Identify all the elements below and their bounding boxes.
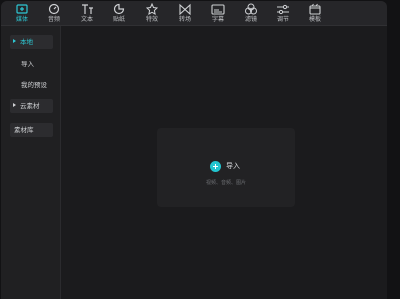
sidebar-item-asset-library-label: 素材库 [14,126,34,134]
expand-triangle-icon [13,103,16,107]
media-panel-window: 媒体 音频 文本 贴纸 特效 转场 字幕 滤镜 调节 模板 本地 导入 我的预设… [1,1,387,299]
tab-audio-label: 音频 [47,16,60,23]
tab-transition[interactable]: 转场 [170,1,200,26]
tab-sticker[interactable]: 贴纸 [104,1,134,26]
tab-filter-label: 滤镜 [244,16,257,23]
subtitle-icon [210,3,226,16]
import-drop-zone[interactable]: 导入 视频、音频、图片 [157,128,295,207]
sidebar-item-import[interactable]: 导入 [18,57,34,71]
tab-template[interactable]: 模板 [300,1,330,26]
tab-adjust[interactable]: 调节 [268,1,298,26]
tab-template-label: 模板 [308,16,321,23]
sidebar-item-my-presets-label: 我的预设 [21,81,47,89]
tab-filter[interactable]: 滤镜 [236,1,266,26]
adjust-icon [275,3,291,16]
sidebar-item-asset-library[interactable]: 素材库 [10,123,53,137]
tab-effects[interactable]: 特效 [137,1,167,26]
sidebar-item-local-label: 本地 [20,38,33,46]
tab-subtitle-label: 字幕 [211,16,224,23]
sidebar-item-cloud-assets[interactable]: 云素材 [10,99,53,113]
collapse-triangle-icon [13,39,16,43]
tab-audio[interactable]: 音频 [39,1,69,26]
tab-media[interactable]: 媒体 [7,1,37,26]
effects-icon [144,3,160,16]
sidebar-item-import-label: 导入 [21,60,34,68]
import-hint-text: 视频、音频、图片 [205,180,246,186]
import-button-label: 导入 [226,162,240,170]
plus-circle-icon [210,161,221,172]
tab-text-label: 文本 [80,16,93,23]
sticker-icon [111,3,127,16]
transition-icon [177,3,193,16]
audio-icon [46,3,62,16]
media-content-area: 导入 视频、音频、图片 [62,26,387,299]
tab-effects-label: 特效 [145,16,158,23]
tab-sticker-label: 贴纸 [112,16,125,23]
tab-adjust-label: 调节 [276,16,289,23]
filter-icon [243,3,259,16]
top-toolbar: 媒体 音频 文本 贴纸 特效 转场 字幕 滤镜 调节 模板 [1,1,387,26]
sidebar-item-my-presets[interactable]: 我的预设 [18,78,47,92]
tab-media-label: 媒体 [15,16,28,23]
sidebar: 本地 导入 我的预设 云素材 素材库 [1,26,61,299]
tab-text[interactable]: 文本 [72,1,102,26]
template-icon [307,3,323,16]
tab-transition-label: 转场 [178,16,191,23]
tab-subtitle[interactable]: 字幕 [203,1,233,26]
sidebar-item-local[interactable]: 本地 [10,35,53,49]
sidebar-item-cloud-assets-label: 云素材 [20,102,40,110]
media-icon [14,3,30,16]
text-icon [79,3,95,16]
